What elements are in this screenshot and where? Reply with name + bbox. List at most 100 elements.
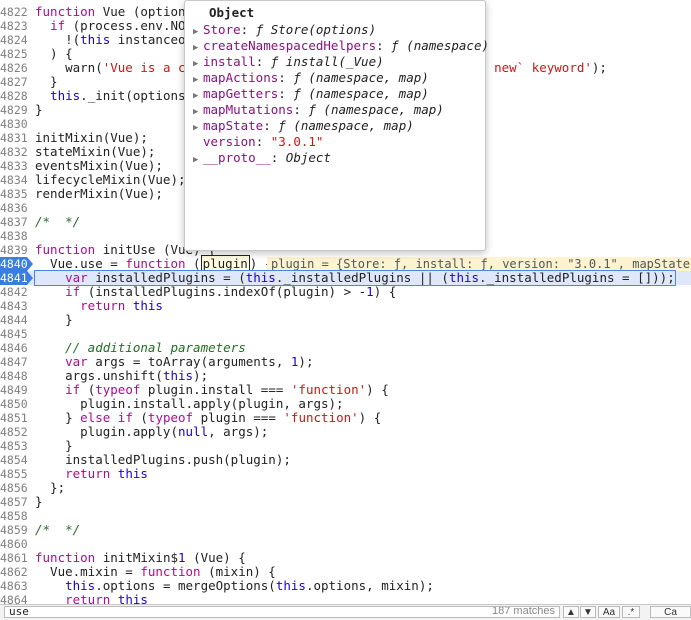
- code-text: lifecycleMixin(Vue);: [35, 172, 186, 187]
- line-number[interactable]: 4855: [0, 467, 28, 481]
- popover-property-row[interactable]: ▶ __proto__: Object: [193, 150, 331, 166]
- line-number[interactable]: 4836: [0, 201, 28, 215]
- code-text: }: [35, 74, 58, 89]
- line-number[interactable]: 4829: [0, 103, 28, 117]
- code-line[interactable]: 4843 return this: [0, 299, 691, 314]
- line-number[interactable]: 4849: [0, 383, 28, 397]
- code-line[interactable]: 4864 return this: [0, 593, 691, 605]
- line-number[interactable]: 4853: [0, 439, 28, 453]
- code-text: };: [35, 480, 66, 495]
- line-number[interactable]: 4850: [0, 397, 28, 411]
- code-line[interactable]: 4855 return this: [0, 466, 691, 482]
- code-line[interactable]: 4841 var installedPlugins = (this._insta…: [0, 270, 691, 286]
- line-number[interactable]: 4828: [0, 89, 28, 103]
- line-number[interactable]: 4864: [0, 593, 28, 604]
- line-number[interactable]: 4851: [0, 411, 28, 425]
- line-number[interactable]: 4857: [0, 495, 28, 509]
- line-number[interactable]: 4833: [0, 159, 28, 173]
- code-line[interactable]: 4842 if (installedPlugins.indexOf(plugin…: [0, 284, 691, 300]
- code-line[interactable]: 4852 plugin.apply(null, args);: [0, 425, 691, 440]
- line-number[interactable]: 4840: [0, 257, 33, 271]
- code-text: ) {: [35, 46, 73, 61]
- cancel-search-button[interactable]: Ca: [650, 606, 691, 618]
- code-text: }: [35, 102, 43, 117]
- code-line[interactable]: 4849 if (typeof plugin.install === 'func…: [0, 383, 691, 398]
- property-separator: :: [376, 38, 392, 53]
- code-line[interactable]: 4847 var args = toArray(arguments, 1);: [0, 355, 691, 370]
- popover-property-row[interactable]: ▶ mapActions: ƒ (namespace, map): [193, 70, 429, 86]
- search-input[interactable]: use 187 matches: [4, 606, 560, 618]
- line-number[interactable]: 4826: [0, 61, 28, 75]
- code-line[interactable]: 4848 args.unshift(this);: [0, 369, 691, 384]
- line-number[interactable]: 4858: [0, 509, 28, 523]
- property-key: mapState: [203, 118, 264, 133]
- line-number[interactable]: 4832: [0, 145, 28, 159]
- property-separator: :: [263, 118, 279, 133]
- code-line[interactable]: 4859 /* */: [0, 523, 691, 538]
- code-line[interactable]: 4856 };: [0, 480, 691, 496]
- line-number[interactable]: 4824: [0, 33, 28, 47]
- line-number[interactable]: 4834: [0, 173, 28, 187]
- line-number[interactable]: 4845: [0, 327, 28, 341]
- popover-property-row[interactable]: ▶ createNamespacedHelpers: ƒ (namespace): [193, 38, 489, 54]
- line-number[interactable]: 4861: [0, 551, 28, 565]
- line-number[interactable]: 4827: [0, 75, 28, 89]
- code-line[interactable]: 4853 }: [0, 439, 691, 454]
- search-bar: use 187 matches ▲ ▼ Aa .* Ca: [0, 604, 691, 620]
- property-key: createNamespacedHelpers: [203, 38, 377, 53]
- popover-property-row[interactable]: ▶ mapGetters: ƒ (namespace, map): [193, 86, 429, 102]
- line-number[interactable]: 4830: [0, 117, 28, 131]
- code-line[interactable]: 4846 // additional parameters: [0, 341, 691, 356]
- next-match-button[interactable]: ▼: [580, 606, 596, 618]
- line-number[interactable]: 4860: [0, 537, 28, 551]
- code-line[interactable]: 4861 function initMixin$1 (Vue) {: [0, 551, 691, 566]
- line-number[interactable]: 4846: [0, 341, 28, 355]
- expand-triangle-icon[interactable]: ▶: [193, 152, 203, 168]
- code-text: return this: [65, 466, 148, 481]
- code-line[interactable]: 4850 plugin.install.apply(plugin, args);: [0, 397, 691, 412]
- popover-property-row[interactable]: ▶ mapMutations: ƒ (namespace, map): [193, 102, 444, 118]
- line-number[interactable]: 4863: [0, 579, 28, 593]
- line-number[interactable]: 4854: [0, 453, 28, 467]
- popover-property-row[interactable]: ▶ Store: ƒ Store(options): [193, 22, 376, 38]
- code-line[interactable]: 4854 installedPlugins.push(plugin);: [0, 453, 691, 468]
- code-line[interactable]: 4844 }: [0, 313, 691, 328]
- line-number[interactable]: 4856: [0, 481, 28, 495]
- code-text: if (process.env.NOD: [50, 18, 194, 33]
- code-line[interactable]: 4862 Vue.mixin = function (mixin) {: [0, 565, 691, 580]
- line-number[interactable]: 4862: [0, 565, 28, 579]
- line-number[interactable]: 4835: [0, 187, 28, 201]
- popover-property-row[interactable]: ▶ install: ƒ install(_Vue): [193, 54, 384, 70]
- line-number[interactable]: 4847: [0, 355, 28, 369]
- line-number[interactable]: 4852: [0, 425, 28, 439]
- code-line[interactable]: 4851 } else if (typeof plugin === 'funct…: [0, 411, 691, 426]
- code-text: /* */: [35, 214, 81, 229]
- popover-property-row[interactable]: ▶ mapState: ƒ (namespace, map): [193, 118, 414, 134]
- line-number[interactable]: 4839: [0, 243, 28, 257]
- line-number[interactable]: 4837: [0, 215, 28, 229]
- code-line[interactable]: 4840 Vue.use = function (plugin) {plugin…: [0, 255, 691, 272]
- code-line[interactable]: 4857}: [0, 495, 691, 510]
- inline-value-preview[interactable]: plugin = {Store: ƒ, install: ƒ, version:…: [267, 257, 691, 271]
- code-line[interactable]: 4845: [0, 327, 691, 341]
- search-input-value: use: [9, 606, 29, 618]
- line-number[interactable]: 4843: [0, 299, 28, 313]
- line-number[interactable]: 4825: [0, 47, 28, 61]
- code-line[interactable]: 4863 this.options = mergeOptions(this.op…: [0, 579, 691, 594]
- property-separator: :: [240, 22, 256, 37]
- previous-match-button[interactable]: ▲: [563, 606, 579, 618]
- line-number[interactable]: 4842: [0, 285, 28, 299]
- code-line[interactable]: 4858: [0, 509, 691, 523]
- code-line[interactable]: 4860: [0, 537, 691, 551]
- match-case-toggle[interactable]: Aa: [598, 606, 620, 618]
- line-number[interactable]: 4838: [0, 229, 28, 243]
- line-number[interactable]: 4841: [0, 271, 33, 285]
- line-number[interactable]: 4823: [0, 19, 28, 33]
- line-number[interactable]: 4848: [0, 369, 28, 383]
- regex-toggle[interactable]: .*: [622, 606, 640, 618]
- code-text: if (installedPlugins.indexOf(plugin) > -…: [65, 284, 397, 299]
- line-number[interactable]: 4844: [0, 313, 28, 327]
- line-number[interactable]: 4822: [0, 5, 28, 19]
- line-number[interactable]: 4859: [0, 523, 28, 537]
- line-number[interactable]: 4831: [0, 131, 28, 145]
